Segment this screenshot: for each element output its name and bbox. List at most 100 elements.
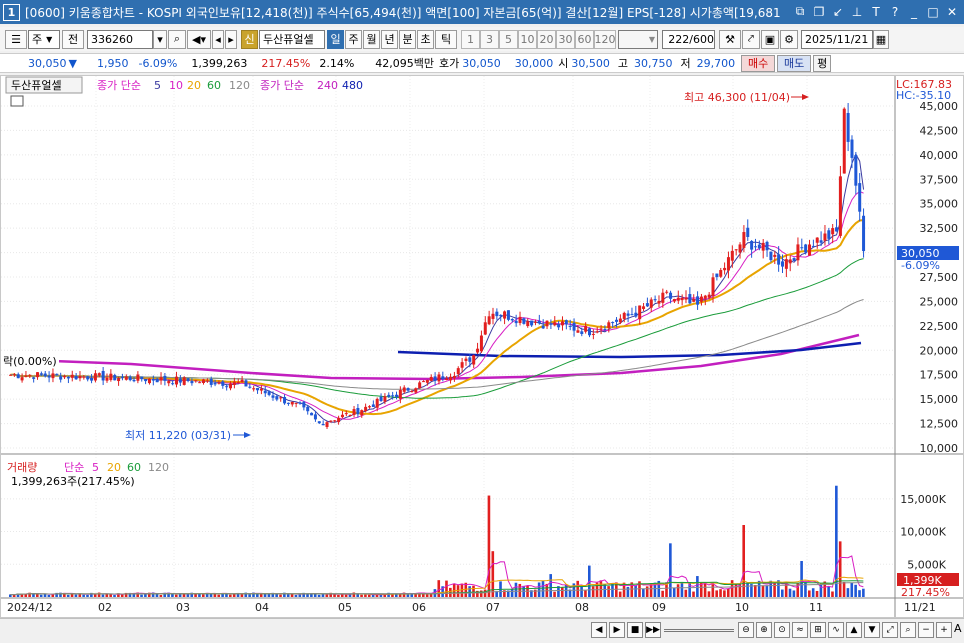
- pin-icon[interactable]: ⊥: [849, 3, 865, 20]
- volume-bar: [279, 594, 282, 597]
- code-dropdown-icon[interactable]: ▾: [153, 29, 167, 49]
- legend-ma10: 10: [169, 79, 183, 92]
- minute-buttons: 1 3 5 10 20 30 60 120: [461, 29, 616, 49]
- volume-bar: [360, 594, 363, 597]
- minute-5-button[interactable]: 5: [499, 29, 518, 49]
- minute-10-button[interactable]: 10: [518, 29, 537, 49]
- expand-icon[interactable]: ⤢: [882, 622, 898, 638]
- candle-body: [352, 409, 356, 415]
- volume-bar: [101, 594, 105, 597]
- buy-button[interactable]: 매수: [741, 54, 776, 72]
- tab-month[interactable]: 월: [363, 29, 380, 49]
- stock-name-field[interactable]: 두산퓨얼셀: [259, 29, 325, 49]
- left-arrow-icon[interactable]: ◂: [212, 29, 224, 49]
- minute-30-button[interactable]: 30: [556, 29, 575, 49]
- candle-body: [765, 241, 769, 251]
- candle-body: [248, 386, 252, 388]
- stock-chart[interactable]: 두산퓨얼셀 종가 단순 5 10 20 60 120 종가 단순 240 480…: [0, 76, 963, 617]
- volume-bar: [367, 594, 371, 597]
- scroll-up-icon[interactable]: ▲: [846, 622, 862, 638]
- font-plus-icon[interactable]: +: [936, 622, 952, 638]
- candle-body: [63, 376, 67, 378]
- scroll-down-icon[interactable]: ▼: [864, 622, 880, 638]
- tab-second[interactable]: 초: [417, 29, 434, 49]
- fast-forward-button[interactable]: ▶▶: [645, 622, 661, 638]
- volume-bar: [649, 584, 653, 597]
- y-tick-label: 32,500: [920, 222, 959, 235]
- candle-body: [452, 375, 456, 379]
- arrow-icon[interactable]: ↙: [830, 3, 846, 20]
- code-input[interactable]: 336260: [87, 29, 153, 49]
- calendar-icon[interactable]: ▦: [873, 29, 889, 49]
- volume-bar: [468, 586, 471, 597]
- minute-120-button[interactable]: 120: [594, 29, 616, 49]
- volume-bar: [541, 580, 545, 597]
- text-icon[interactable]: T: [868, 3, 884, 20]
- close-icon[interactable]: ✕: [944, 3, 960, 20]
- gear-icon[interactable]: ⚙: [780, 29, 798, 49]
- minute-20-button[interactable]: 20: [537, 29, 556, 49]
- tab-day[interactable]: 일: [327, 29, 344, 49]
- candle-body: [657, 300, 661, 304]
- stop-button[interactable]: ■: [627, 622, 643, 638]
- candle-body: [757, 244, 761, 249]
- tab-minute[interactable]: 분: [399, 29, 416, 49]
- candle-body: [696, 296, 700, 305]
- tab-tick[interactable]: 틱: [435, 29, 457, 49]
- search-icon[interactable]: ⌕: [168, 29, 186, 49]
- volume-bar: [537, 582, 541, 597]
- candle-body: [472, 355, 476, 365]
- line-style-icon[interactable]: ∿: [828, 622, 844, 638]
- eval-button[interactable]: 평: [813, 54, 832, 72]
- minute-60-button[interactable]: 60: [575, 29, 594, 49]
- date-input[interactable]: 2025/11/21: [801, 29, 873, 49]
- candle-body: [59, 376, 63, 380]
- minimize-icon[interactable]: _: [906, 3, 922, 20]
- right-arrow-icon[interactable]: ▸: [225, 29, 237, 49]
- font-size-icon[interactable]: A: [954, 622, 962, 635]
- reset-zoom-icon[interactable]: ⊙: [774, 622, 790, 638]
- shin-badge[interactable]: 신: [241, 29, 258, 49]
- sell-button[interactable]: 매도: [777, 54, 812, 72]
- tab-week[interactable]: 주: [345, 29, 362, 49]
- custom-period-select[interactable]: ▼: [618, 29, 658, 49]
- save-icon[interactable]: ▣: [761, 29, 779, 49]
- minute-3-button[interactable]: 3: [480, 29, 499, 49]
- candle-body: [800, 247, 804, 249]
- candle-body: [298, 402, 302, 404]
- speaker-icon[interactable]: ◀▾: [187, 29, 211, 49]
- chart-settings-button[interactable]: ☰: [5, 29, 27, 49]
- draw-icon[interactable]: ⤤: [742, 29, 760, 49]
- zoom-in-icon[interactable]: ⊕: [756, 622, 772, 638]
- prev-button[interactable]: 전: [62, 29, 84, 49]
- hoga-label: 호가: [439, 57, 460, 70]
- search-zoom-icon[interactable]: ⌕: [900, 622, 916, 638]
- restore-window-icon[interactable]: ❐: [811, 3, 827, 20]
- chart-area[interactable]: 두산퓨얼셀 종가 단순 5 10 20 60 120 종가 단순 240 480…: [0, 75, 964, 618]
- volume-bar: [82, 594, 85, 597]
- candle-style-icon[interactable]: ⊞: [810, 622, 826, 638]
- low-annotation: 최저 11,220 (03/31): [125, 429, 231, 442]
- y-tick-label: 27,500: [920, 271, 959, 284]
- indicator-icon[interactable]: ⚒: [719, 29, 741, 49]
- chart-type-icon[interactable]: ≈: [792, 622, 808, 638]
- help-icon[interactable]: ?: [887, 3, 903, 20]
- period-tabs: 일 주 월 년 분 초 틱: [327, 29, 458, 49]
- maximize-icon[interactable]: □: [925, 3, 941, 20]
- volume-tick-label: 15,000K: [900, 493, 946, 506]
- tab-year[interactable]: 년: [381, 29, 398, 49]
- link-icon[interactable]: ⧉: [792, 3, 808, 20]
- scroll-left-button[interactable]: ◀: [591, 622, 607, 638]
- candle-body: [642, 306, 646, 309]
- data-count-field[interactable]: 222/600: [662, 29, 715, 49]
- minute-1-button[interactable]: 1: [461, 29, 480, 49]
- font-minus-icon[interactable]: −: [918, 622, 934, 638]
- play-button[interactable]: ▶: [609, 622, 625, 638]
- candle-body: [595, 331, 599, 333]
- volume-bar: [259, 593, 263, 597]
- zoom-slider[interactable]: [664, 629, 734, 632]
- zoom-out-icon[interactable]: ⊖: [738, 622, 754, 638]
- type-select[interactable]: 주 ▼: [28, 29, 60, 49]
- candle-body: [28, 375, 32, 377]
- volume-ma20: 20: [107, 461, 121, 474]
